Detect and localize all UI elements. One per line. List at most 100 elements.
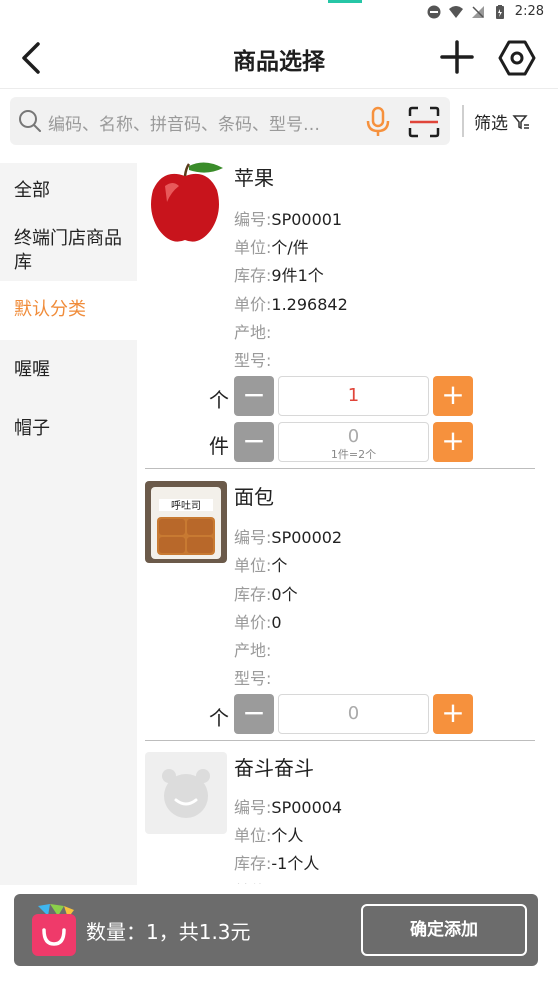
search-row: 编码、名称、拼音码、条码、型号… 筛选 (0, 88, 558, 152)
stock-value: 9件1个 (271, 266, 324, 285)
conversion-hint: 1件=2个 (330, 448, 377, 461)
decrement-button[interactable]: − (234, 694, 274, 734)
product-unit: 单位:个/件 (234, 234, 309, 258)
sidebar-item-store-library[interactable]: 终端门店商品库 (0, 227, 137, 275)
qty-unit-label: 个 (209, 706, 229, 730)
bread-package-text: 呼吐司 (171, 500, 201, 512)
microphone-icon[interactable] (364, 106, 392, 138)
quantity-value: 0 (347, 426, 360, 447)
no-signal-icon (471, 5, 484, 18)
status-bar: 2:28 (0, 0, 558, 28)
unit-value: 个人 (271, 826, 304, 845)
product-stock: 库存:9件1个 (234, 262, 324, 286)
price-label: 单价: (234, 882, 271, 884)
quantity-stepper: 件 − 0 1件=2个 + (145, 422, 535, 462)
product-stock: 库存:-1个人 (234, 850, 319, 874)
shopping-bag-icon[interactable] (30, 902, 78, 958)
quantity-stepper: 个 − 1 + (145, 376, 535, 416)
filter-label: 筛选 (474, 114, 508, 134)
quantity-input[interactable]: 0 (278, 694, 429, 734)
unit-label: 单位: (234, 556, 272, 575)
status-indicator (328, 0, 362, 3)
decrement-button[interactable]: − (234, 376, 274, 416)
unit-label: 单位: (234, 238, 272, 257)
product-code: 编号:SP00002 (234, 524, 342, 548)
origin-label: 产地: (234, 641, 272, 660)
increment-button[interactable]: + (433, 376, 473, 416)
stock-label: 库存: (234, 854, 272, 873)
filter-icon (512, 114, 529, 129)
price-value: 0 (271, 613, 282, 632)
cart-bar: 数量：1，共1.3元 确定添加 (14, 894, 538, 966)
product-name: 奋斗奋斗 (234, 756, 314, 780)
product-model: 型号: (234, 665, 271, 689)
placeholder-image (145, 752, 227, 834)
settings-hexagon-icon[interactable] (498, 39, 536, 77)
origin-label: 产地: (234, 323, 272, 342)
quantity-input[interactable]: 1 (278, 376, 429, 416)
unit-value: 个/件 (271, 238, 309, 257)
product-price: 单价: (234, 878, 271, 884)
stock-value: -1个人 (271, 854, 320, 873)
search-placeholder: 编码、名称、拼音码、条码、型号… (48, 115, 320, 135)
category-sidebar: 全部 终端门店商品库 默认分类 喔喔 帽子 (0, 163, 137, 885)
search-divider (462, 105, 464, 137)
price-label: 单价: (234, 613, 272, 632)
stock-value: 0个 (271, 585, 298, 604)
filter-button[interactable]: 筛选 (474, 109, 530, 134)
cart-summary: 数量：1，共1.3元 (86, 920, 251, 944)
unit-label: 单位: (234, 826, 272, 845)
price-value: 1.296842 (271, 295, 348, 314)
increment-button[interactable]: + (433, 694, 473, 734)
product-price: 单价:0 (234, 609, 282, 633)
increment-button[interactable]: + (433, 422, 473, 462)
confirm-add-button[interactable]: 确定添加 (361, 904, 527, 956)
code-label: 编号: (234, 798, 272, 817)
product-code: 编号:SP00001 (234, 206, 342, 230)
product-name: 苹果 (234, 166, 274, 190)
qty-unit-label: 个 (209, 388, 229, 412)
apple-image (145, 162, 227, 244)
qty-unit-label: 件 (209, 434, 229, 458)
do-not-disturb-icon (427, 5, 441, 18)
sidebar-item-default[interactable]: 默认分类 (0, 281, 137, 340)
quantity-input[interactable]: 0 1件=2个 (278, 422, 429, 462)
product-unit: 单位:个人 (234, 822, 303, 846)
product-code: 编号:SP00004 (234, 794, 342, 818)
page-title: 商品选择 (233, 49, 325, 75)
quantity-value: 1 (347, 385, 360, 406)
model-label: 型号: (234, 351, 272, 370)
code-value: SP00004 (271, 798, 343, 817)
battery-icon (495, 4, 504, 19)
sidebar-item-hats[interactable]: 帽子 (0, 417, 137, 441)
quantity-value: 0 (347, 703, 360, 724)
stock-label: 库存: (234, 266, 272, 285)
model-label: 型号: (234, 669, 272, 688)
scan-icon[interactable] (408, 106, 440, 138)
decrement-button[interactable]: − (234, 422, 274, 462)
unit-value: 个 (271, 556, 288, 575)
stock-label: 库存: (234, 585, 272, 604)
product-model: 型号: (234, 347, 271, 371)
nav-bar: 商品选择 (0, 28, 558, 88)
product-divider (145, 740, 535, 741)
code-label: 编号: (234, 528, 272, 547)
product-origin: 产地: (234, 637, 271, 661)
status-icons: 2:28 (427, 4, 544, 19)
product-item[interactable]: 奋斗奋斗 编号:SP00004 单位:个人 库存:-1个人 单价: (145, 752, 535, 884)
product-unit: 单位:个 (234, 552, 287, 576)
code-value: SP00002 (271, 528, 343, 547)
product-divider (145, 468, 535, 469)
search-icon (19, 110, 41, 132)
product-stock: 库存:0个 (234, 581, 298, 605)
quantity-stepper: 个 − 0 + (145, 694, 535, 734)
code-label: 编号: (234, 210, 272, 229)
sidebar-item-all[interactable]: 全部 (0, 179, 137, 203)
code-value: SP00001 (271, 210, 343, 229)
sidebar-item-wowo[interactable]: 喔喔 (0, 358, 137, 382)
price-label: 单价: (234, 295, 272, 314)
search-input[interactable]: 编码、名称、拼音码、条码、型号… (10, 97, 450, 145)
add-icon[interactable] (440, 40, 474, 74)
bread-image: 呼吐司 (145, 481, 227, 563)
product-price: 单价:1.296842 (234, 291, 348, 315)
